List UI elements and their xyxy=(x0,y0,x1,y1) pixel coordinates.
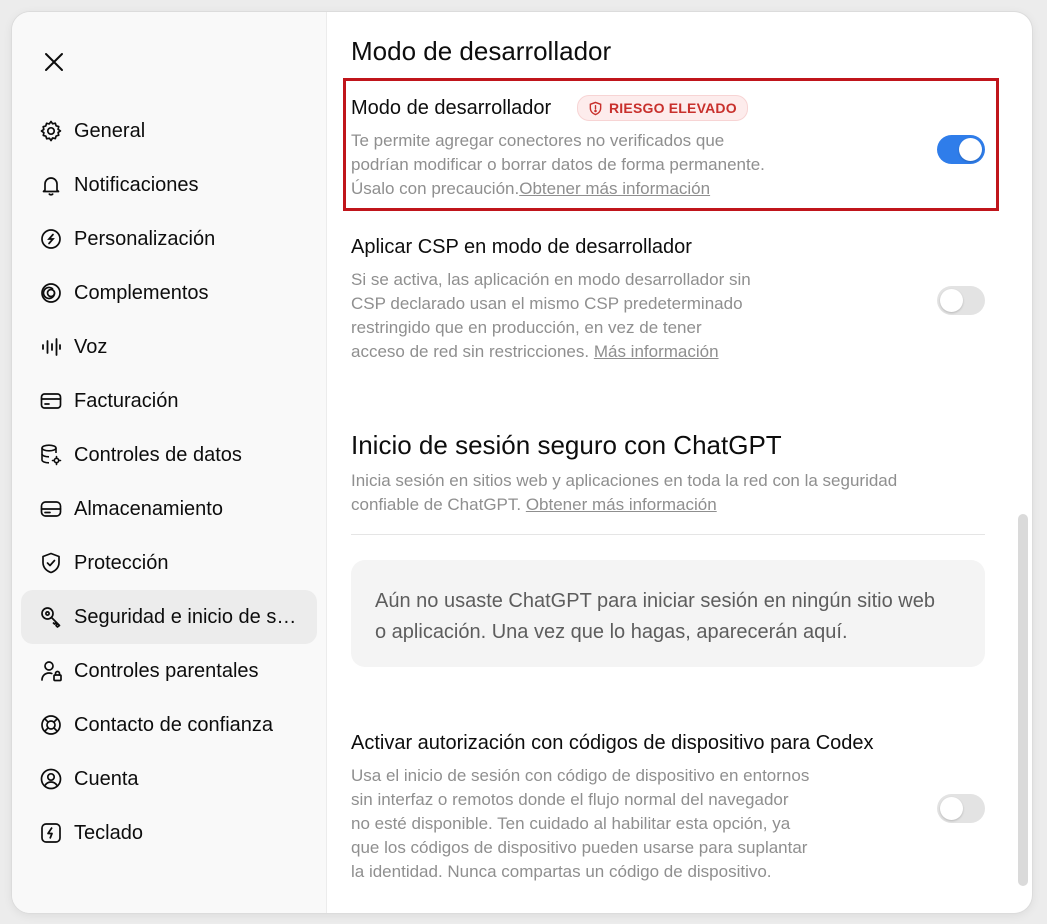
key-icon xyxy=(38,604,64,630)
desc-line: la identidad. Nunca compartas un código … xyxy=(351,862,772,881)
csp-toggle[interactable] xyxy=(937,286,985,315)
sidebar-item-almacenamiento[interactable]: Almacenamiento xyxy=(21,482,317,536)
sidebar-item-label: Facturación xyxy=(74,389,179,412)
personalization-icon xyxy=(38,226,64,252)
desc-line: Usa el inicio de sesión con código de di… xyxy=(351,766,810,785)
sidebar-item-cuenta[interactable]: Cuenta xyxy=(21,752,317,806)
toggle-knob xyxy=(959,138,982,161)
secure-login-description: Inicia sesión en sitios web y aplicacion… xyxy=(351,469,897,517)
plugins-icon xyxy=(38,280,64,306)
sidebar-item-proteccion[interactable]: Protección xyxy=(21,536,317,590)
desc-line: Te permite agregar conectores no verific… xyxy=(351,131,725,150)
desc-line: Si se activa, las aplicación en modo des… xyxy=(351,270,751,289)
desc-line: que los códigos de dispositivo pueden us… xyxy=(351,838,808,857)
sidebar-item-label: Voz xyxy=(74,335,108,358)
sidebar-item-label: Contacto de confianza xyxy=(74,713,274,736)
codex-title: Activar autorización con códigos de disp… xyxy=(351,732,874,754)
desc-text: confiable de ChatGPT. xyxy=(351,495,526,514)
toggle-knob xyxy=(940,289,963,312)
sidebar-item-label: Almacenamiento xyxy=(74,497,223,520)
sidebar-item-label: Controles de datos xyxy=(74,443,242,466)
learn-more-link[interactable]: Obtener más información xyxy=(526,495,717,514)
database-settings-icon xyxy=(38,442,64,468)
shield-check-icon xyxy=(38,550,64,576)
close-button[interactable] xyxy=(38,46,70,78)
more-info-link[interactable]: Más información xyxy=(594,342,719,361)
person-lock-icon xyxy=(38,658,64,684)
desc-line: restringido que en producción, en vez de… xyxy=(351,318,702,337)
risk-badge-label: RIESGO ELEVADO xyxy=(609,100,737,116)
section-title-dev: Modo de desarrollador xyxy=(351,36,612,66)
sidebar-item-label: Personalización xyxy=(74,227,216,250)
close-icon xyxy=(45,53,63,71)
empty-state-text: o aplicación. Una vez que lo hagas, apar… xyxy=(375,621,848,643)
settings-sidebar: General Notificaciones Personalización C… xyxy=(12,12,327,913)
desc-line: acceso de red sin restricciones. Más inf… xyxy=(351,340,751,364)
desc-line: Inicia sesión en sitios web y aplicacion… xyxy=(351,471,898,490)
toggle-knob xyxy=(940,797,963,820)
lifebuoy-icon xyxy=(38,712,64,738)
csp-title: Aplicar CSP en modo de desarrollador xyxy=(351,236,692,258)
sidebar-item-complementos[interactable]: Complementos xyxy=(21,266,317,320)
risk-badge: RIESGO ELEVADO xyxy=(577,95,748,121)
sidebar-item-label: Protección xyxy=(74,551,169,574)
desc-line: no esté disponible. Ten cuidado al habil… xyxy=(351,814,791,833)
desc-text: Úsalo con precaución. xyxy=(351,179,520,198)
desc-line: Úsalo con precaución.Obtener más informa… xyxy=(351,177,765,201)
codex-toggle[interactable] xyxy=(937,794,985,823)
sidebar-item-label: General xyxy=(74,119,146,142)
sidebar-item-contacto-de-confianza[interactable]: Contacto de confianza xyxy=(21,698,317,752)
sidebar-item-label: Seguridad e inicio de sesión xyxy=(74,605,304,628)
sidebar-item-voz[interactable]: Voz xyxy=(21,320,317,374)
account-circle-icon xyxy=(38,766,64,792)
empty-state-text: Aún no usaste ChatGPT para iniciar sesió… xyxy=(375,590,935,612)
dev-mode-description: Te permite agregar conectores no verific… xyxy=(351,129,765,201)
csp-description: Si se activa, las aplicación en modo des… xyxy=(351,268,751,364)
dev-mode-title: Modo de desarrollador xyxy=(351,97,552,119)
sidebar-item-personalizacion[interactable]: Personalización xyxy=(21,212,317,266)
settings-nav: General Notificaciones Personalización C… xyxy=(21,104,317,860)
sidebar-item-label: Teclado xyxy=(74,821,143,844)
sidebar-item-label: Cuenta xyxy=(74,767,139,790)
desc-text: acceso de red sin restricciones. xyxy=(351,342,594,361)
gear-icon xyxy=(38,118,64,144)
empty-state-box: Aún no usaste ChatGPT para iniciar sesió… xyxy=(351,560,985,667)
dev-mode-toggle[interactable] xyxy=(937,135,985,164)
warning-shield-icon xyxy=(588,101,603,116)
codex-description: Usa el inicio de sesión con código de di… xyxy=(351,764,809,884)
sidebar-item-seguridad[interactable]: Seguridad e inicio de sesión xyxy=(21,590,317,644)
sidebar-item-notificaciones[interactable]: Notificaciones xyxy=(21,158,317,212)
credit-card-icon xyxy=(38,388,64,414)
section-title-secure-login: Inicio de sesión seguro con ChatGPT xyxy=(351,430,782,460)
desc-line: CSP declarado usan el mismo CSP predeter… xyxy=(351,294,743,313)
voice-waveform-icon xyxy=(38,334,64,360)
settings-content: Modo de desarrollador Modo de desarrolla… xyxy=(327,12,1032,913)
sidebar-item-controles-de-datos[interactable]: Controles de datos xyxy=(21,428,317,482)
desc-line: podrían modificar o borrar datos de form… xyxy=(351,155,765,174)
sidebar-item-label: Notificaciones xyxy=(74,173,199,196)
sidebar-item-label: Controles parentales xyxy=(74,659,259,682)
learn-more-link[interactable]: Obtener más información xyxy=(519,179,710,198)
scrollbar-thumb[interactable] xyxy=(1018,514,1028,886)
storage-drive-icon xyxy=(38,496,64,522)
sidebar-item-facturacion[interactable]: Facturación xyxy=(21,374,317,428)
sidebar-item-general[interactable]: General xyxy=(21,104,317,158)
sidebar-item-controles-parentales[interactable]: Controles parentales xyxy=(21,644,317,698)
bell-icon xyxy=(38,172,64,198)
keyboard-shortcut-icon xyxy=(38,820,64,846)
divider xyxy=(351,534,985,535)
settings-dialog: General Notificaciones Personalización C… xyxy=(12,12,1032,913)
desc-line: sin interfaz o remotos donde el flujo no… xyxy=(351,790,789,809)
sidebar-item-teclado[interactable]: Teclado xyxy=(21,806,317,860)
desc-line: confiable de ChatGPT. Obtener más inform… xyxy=(351,493,897,517)
sidebar-item-label: Complementos xyxy=(74,281,209,304)
